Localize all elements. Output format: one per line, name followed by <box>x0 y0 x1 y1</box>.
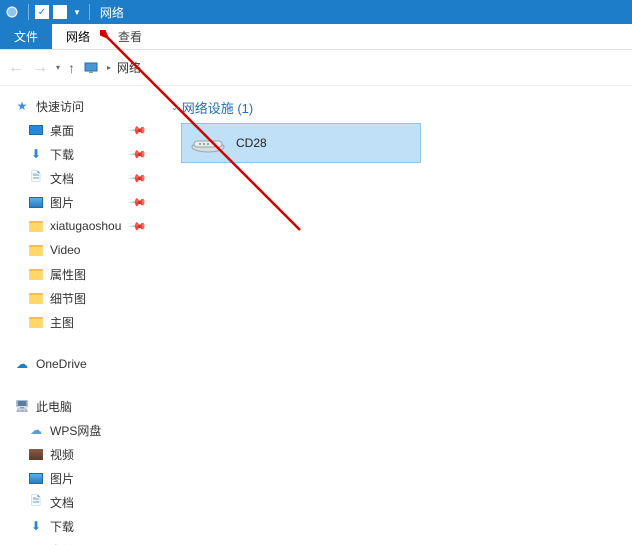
download-icon: ⬇ <box>28 518 44 534</box>
pin-icon: 📌 <box>129 169 148 188</box>
document-icon: 🗎 <box>28 170 44 186</box>
sidebar-item-quick-access[interactable]: ★ 快速访问 <box>0 94 155 118</box>
pc-icon: 🖥 <box>14 398 30 414</box>
location-text: 网络 <box>117 59 141 76</box>
sidebar-item-folder[interactable]: Video <box>0 238 155 262</box>
ribbon-tab-view[interactable]: 查看 <box>104 24 156 49</box>
desktop-icon <box>28 122 44 138</box>
sidebar-item-pictures[interactable]: 图片 📌 <box>0 190 155 214</box>
ribbon-tab-file[interactable]: 文件 <box>0 24 52 49</box>
sidebar-item-folder[interactable]: 属性图 <box>0 262 155 286</box>
device-item[interactable]: CD28 <box>181 123 421 163</box>
modem-icon <box>190 129 226 157</box>
sidebar-item-music[interactable]: ♪ 音乐 <box>0 538 155 545</box>
sidebar-item-documents-pc[interactable]: 🗎 文档 <box>0 490 155 514</box>
main-area: ★ 快速访问 桌面 📌 ⬇ 下载 📌 🗎 文档 📌 图片 📌 <box>0 86 632 545</box>
nav-history-caret-icon[interactable]: ▾ <box>56 63 60 72</box>
title-separator-2 <box>89 4 90 20</box>
sidebar-label: 主图 <box>50 314 74 331</box>
onedrive-icon: ☁ <box>14 356 30 372</box>
network-icon <box>4 4 20 20</box>
window-title: 网络 <box>100 4 124 21</box>
sidebar-item-wps[interactable]: ☁ WPS网盘 <box>0 418 155 442</box>
ribbon-tab-network[interactable]: 网络 <box>52 24 104 49</box>
sidebar-label: 音乐 <box>50 542 74 545</box>
nav-forward-icon[interactable]: → <box>32 59 48 77</box>
folder-icon <box>28 266 44 282</box>
ribbon-tabs: 文件 网络 查看 <box>0 24 632 50</box>
section-label: 网络设施 (1) <box>182 98 254 117</box>
sidebar-label: xiatugaoshou <box>50 219 121 233</box>
cloud-icon: ☁ <box>28 422 44 438</box>
nav-arrows: ← → ▾ ↑ <box>8 59 75 77</box>
pin-icon: 📌 <box>129 217 148 236</box>
folder-icon <box>28 242 44 258</box>
picture-icon <box>28 470 44 486</box>
sidebar-group-quick-access: ★ 快速访问 桌面 📌 ⬇ 下载 📌 🗎 文档 📌 图片 📌 <box>0 94 155 334</box>
sidebar-label: 下载 <box>50 146 74 163</box>
nav-up-icon[interactable]: ↑ <box>68 60 75 76</box>
sidebar-item-folder[interactable]: 细节图 <box>0 286 155 310</box>
folder-icon <box>28 218 44 234</box>
sidebar-item-downloads[interactable]: ⬇ 下载 📌 <box>0 142 155 166</box>
sidebar-label: 文档 <box>50 170 74 187</box>
sidebar-item-pictures-pc[interactable]: 图片 <box>0 466 155 490</box>
sidebar-label: 图片 <box>50 470 74 487</box>
section-header-network-infra[interactable]: ⌄ 网络设施 (1) <box>171 98 620 117</box>
picture-icon <box>28 194 44 210</box>
video-icon <box>28 446 44 462</box>
sidebar-label: 此电脑 <box>36 398 72 415</box>
sidebar-label: 细节图 <box>50 290 86 307</box>
pin-icon: 📌 <box>129 121 148 140</box>
sidebar-group-this-pc: 🖥 此电脑 ☁ WPS网盘 视频 图片 🗎 文档 ⬇ 下载 <box>0 394 155 545</box>
network-location-icon <box>83 59 101 77</box>
nav-bar: ← → ▾ ↑ ▸ 网络 <box>0 50 632 86</box>
folder-icon <box>28 314 44 330</box>
sidebar-item-onedrive[interactable]: ☁ OneDrive <box>0 352 155 376</box>
sidebar-label: 桌面 <box>50 122 74 139</box>
title-separator <box>28 4 29 20</box>
qat-dropdown-icon[interactable]: ▼ <box>73 8 81 17</box>
sidebar-label: 文档 <box>50 494 74 511</box>
sidebar-label: 快速访问 <box>36 98 84 115</box>
sidebar[interactable]: ★ 快速访问 桌面 📌 ⬇ 下载 📌 🗎 文档 📌 图片 📌 <box>0 86 155 545</box>
document-icon: 🗎 <box>28 494 44 510</box>
sidebar-group-onedrive: ☁ OneDrive <box>0 352 155 376</box>
sidebar-item-videos[interactable]: 视频 <box>0 442 155 466</box>
pin-icon: 📌 <box>129 145 148 164</box>
content-pane[interactable]: ⌄ 网络设施 (1) CD28 <box>155 86 632 545</box>
sidebar-label: WPS网盘 <box>50 422 101 439</box>
device-label: CD28 <box>236 136 267 150</box>
sidebar-item-this-pc[interactable]: 🖥 此电脑 <box>0 394 155 418</box>
download-icon: ⬇ <box>28 146 44 162</box>
sidebar-label: 视频 <box>50 446 74 463</box>
qat-check-icon[interactable]: ✓ <box>35 5 49 19</box>
location-caret-icon[interactable]: ▸ <box>107 63 111 72</box>
sidebar-item-folder[interactable]: xiatugaoshou 📌 <box>0 214 155 238</box>
sidebar-label: 下载 <box>50 518 74 535</box>
title-bar: ✓ ▼ 网络 <box>0 0 632 24</box>
pin-icon: 📌 <box>129 193 148 212</box>
sidebar-item-folder[interactable]: 主图 <box>0 310 155 334</box>
chevron-down-icon: ⌄ <box>171 103 178 112</box>
sidebar-item-desktop[interactable]: 桌面 📌 <box>0 118 155 142</box>
qat-box-icon[interactable] <box>53 5 67 19</box>
sidebar-label: 图片 <box>50 194 74 211</box>
sidebar-item-documents[interactable]: 🗎 文档 📌 <box>0 166 155 190</box>
sidebar-label: Video <box>50 243 80 257</box>
sidebar-item-downloads-pc[interactable]: ⬇ 下载 <box>0 514 155 538</box>
star-icon: ★ <box>14 98 30 114</box>
nav-back-icon[interactable]: ← <box>8 59 24 77</box>
folder-icon <box>28 290 44 306</box>
sidebar-label: OneDrive <box>36 357 87 371</box>
location-bar[interactable]: ▸ 网络 <box>83 59 624 77</box>
sidebar-label: 属性图 <box>50 266 86 283</box>
